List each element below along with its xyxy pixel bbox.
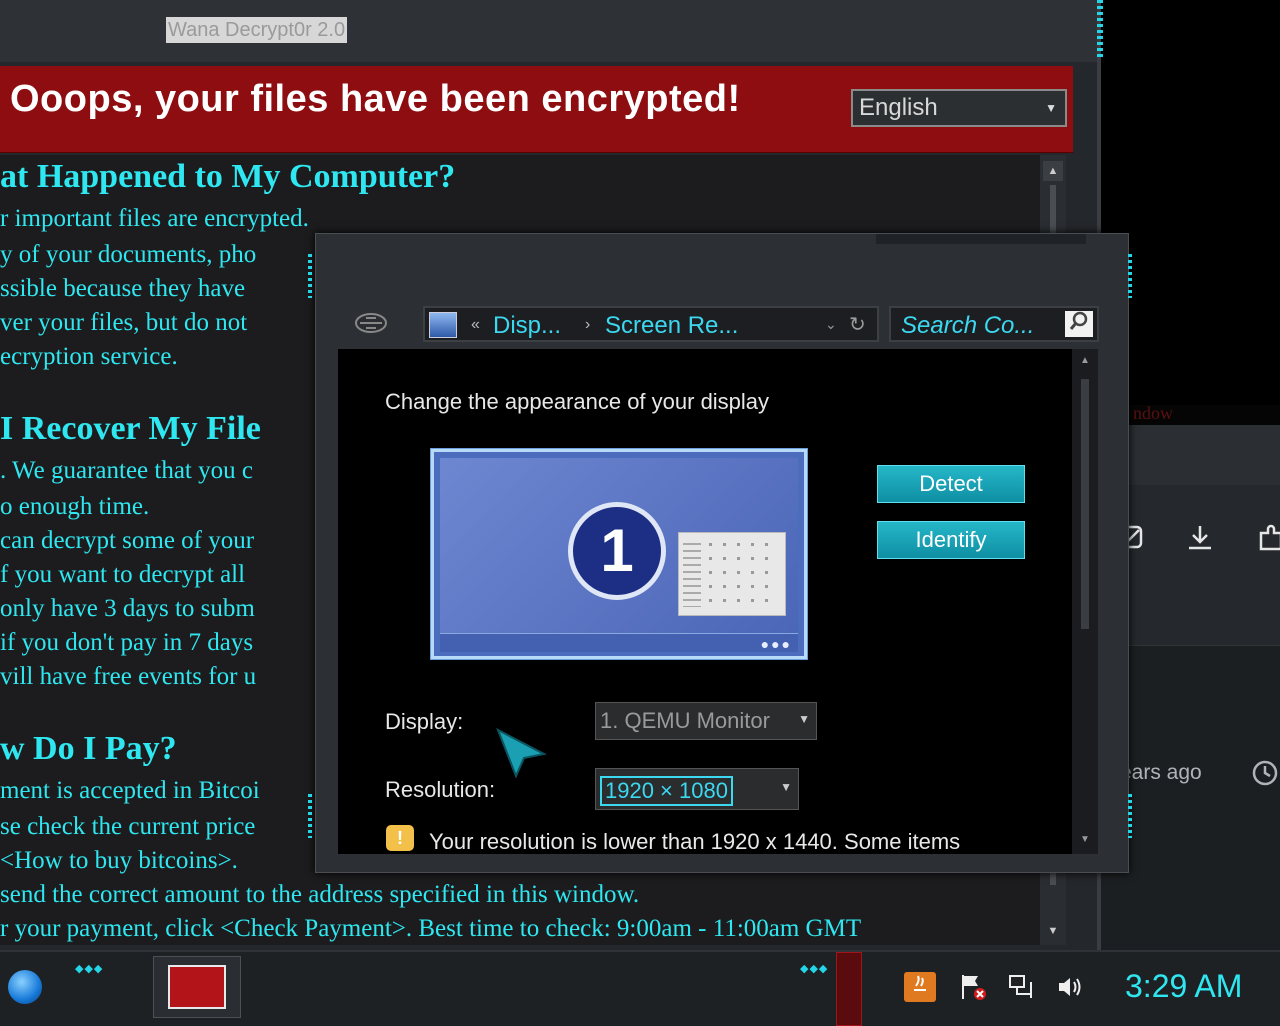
thumbnail-grid — [709, 543, 779, 607]
language-value: English — [859, 94, 938, 121]
ransom-line: y of your documents, pho — [0, 241, 257, 268]
monitor-dots: ●●● — [760, 636, 792, 652]
page-title: Change the appearance of your display — [385, 389, 770, 414]
detect-button[interactable]: Detect — [877, 465, 1025, 503]
breadcrumb-screen-resolution[interactable]: Screen Re... — [605, 312, 738, 340]
ransom-line: ver your files, but do not — [0, 309, 248, 336]
ransom-line: o enough time. — [0, 493, 150, 520]
display-settings-window: « Disp... › Screen Re... ⌄ ↻ Search Co..… — [308, 233, 1132, 873]
ransom-line: only have 3 days to subm — [0, 595, 255, 622]
resolution-warning: Your resolution is lower than 1920 x 144… — [429, 829, 961, 854]
monitor-taskbar — [440, 633, 798, 652]
display-value: 1. QEMU Monitor — [600, 708, 770, 733]
ransom-heading: Ooops, your files have been encrypted! — [10, 78, 741, 120]
chevron-down-icon: ▼ — [1045, 101, 1057, 115]
monitor-preview[interactable]: ●●● 1 — [431, 449, 807, 659]
wanacry-titlebar[interactable] — [0, 0, 1097, 62]
network-icon[interactable] — [1006, 972, 1038, 1002]
ransom-line: ment is accepted in Bitcoi — [0, 777, 260, 804]
ransom-line: send the correct amount to the address s… — [0, 881, 640, 908]
control-panel-icon — [429, 312, 457, 338]
ransom-line: r important files are encrypted. — [0, 205, 309, 232]
identify-button[interactable]: Identify — [877, 521, 1025, 559]
ransom-line: can decrypt some of your — [0, 527, 255, 554]
taskbar-accent: ◆◆◆ — [75, 963, 104, 975]
scroll-down-icon[interactable]: ▼ — [1075, 834, 1095, 850]
mouse-cursor-icon — [496, 727, 548, 785]
download-icon[interactable] — [1183, 523, 1217, 557]
java-icon[interactable] — [904, 972, 936, 1002]
chevron-down-icon: ▼ — [798, 712, 810, 726]
content-scrollbar[interactable]: ▲ ▼ — [1072, 349, 1098, 854]
ransom-line: ecryption service. — [0, 343, 178, 370]
background-window-partial-text: ndow — [1133, 403, 1173, 423]
monitor-number-badge: 1 — [568, 502, 666, 600]
warning-icon: ! — [386, 825, 414, 851]
taskbar-clock[interactable]: 3:29 AM — [1125, 968, 1242, 1005]
frame-accent — [1097, 0, 1103, 60]
resolution-select[interactable]: 1920 × 1080 ▼ — [595, 768, 799, 810]
section-heading: I Recover My File — [0, 410, 261, 447]
frame-accent — [308, 254, 312, 298]
chevron-down-icon: ▼ — [780, 780, 792, 794]
wanacry-title: Wana Decrypt0r 2.0 — [166, 17, 348, 43]
scroll-thumb[interactable] — [1081, 379, 1089, 629]
history-icon[interactable] — [1250, 758, 1280, 793]
back-navigation-icon[interactable] — [354, 312, 388, 334]
search-box[interactable]: Search Co... — [889, 306, 1099, 342]
ransom-line: se check the current price — [0, 813, 256, 840]
window-thumbnail-icon — [678, 532, 786, 616]
extensions-icon[interactable] — [1255, 523, 1280, 557]
scroll-down-icon[interactable]: ▼ — [1043, 925, 1063, 943]
display-select[interactable]: 1. QEMU Monitor ▼ — [595, 702, 817, 740]
taskbar-indicator — [836, 952, 862, 1026]
refresh-icon[interactable]: ↻ — [849, 312, 866, 337]
ransom-line: ssible because they have — [0, 275, 246, 302]
frame-accent — [308, 794, 312, 838]
language-select[interactable]: English ▼ — [851, 89, 1067, 127]
ransom-line: <How to buy bitcoins>. — [0, 847, 238, 874]
ransom-line: r your payment, click <Check Payment>. B… — [0, 915, 862, 942]
breadcrumb-separator: › — [585, 316, 591, 333]
volume-icon[interactable] — [1054, 972, 1086, 1002]
relative-time-text: ears ago — [1120, 761, 1202, 784]
search-input[interactable]: Search Co... — [901, 312, 1034, 340]
ransom-line: vill have free events for u — [0, 663, 257, 690]
resolution-label: Resolution: — [385, 777, 496, 802]
frame-accent — [1128, 254, 1132, 298]
ransom-line: f you want to decrypt all — [0, 561, 246, 588]
ransom-line: . We guarantee that you c — [0, 457, 253, 484]
breadcrumb-overflow[interactable]: « — [471, 316, 480, 334]
section-heading: w Do I Pay? — [0, 730, 177, 767]
taskbar-app-wanacry[interactable] — [153, 956, 241, 1018]
window-top-edge[interactable] — [876, 234, 1086, 244]
taskbar: ◆◆◆ ◆◆◆ 3:29 AM — [0, 950, 1280, 1026]
resolution-value: 1920 × 1080 — [600, 776, 733, 806]
action-center-flag-icon[interactable] — [957, 972, 989, 1002]
thumbnail-sidebar — [683, 543, 701, 607]
chevron-down-icon[interactable]: ⌄ — [825, 316, 837, 333]
address-bar[interactable]: « Disp... › Screen Re... ⌄ ↻ — [423, 306, 879, 342]
ransom-line: if you don't pay in 7 days — [0, 629, 254, 656]
scroll-up-icon[interactable]: ▲ — [1075, 355, 1095, 371]
start-orb-icon[interactable] — [8, 970, 42, 1004]
scroll-up-icon[interactable]: ▲ — [1043, 161, 1063, 181]
wanacry-app-icon — [168, 965, 226, 1009]
display-label: Display: — [385, 709, 464, 734]
frame-accent — [1128, 794, 1132, 838]
section-heading: at Happened to My Computer? — [0, 158, 456, 195]
display-settings-content: Change the appearance of your display ●●… — [338, 349, 1098, 854]
breadcrumb-display[interactable]: Disp... — [493, 312, 561, 340]
taskbar-accent: ◆◆◆ — [800, 963, 829, 975]
search-icon[interactable] — [1065, 311, 1093, 337]
